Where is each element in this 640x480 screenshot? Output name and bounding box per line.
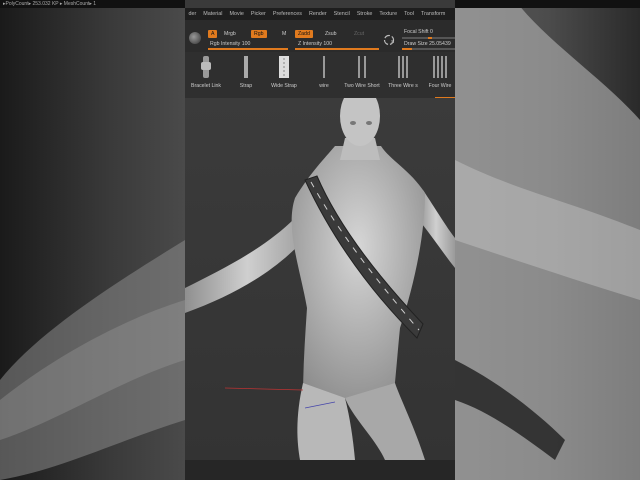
menu-item-transform[interactable]: Transform [417, 11, 448, 17]
wire-icon [323, 56, 325, 78]
focal-shift-label[interactable]: Focal Shift 0 [404, 29, 433, 35]
a-toggle-button[interactable]: A [208, 30, 218, 38]
zsub-button[interactable]: Zsub [322, 30, 340, 38]
rgb-button[interactable]: Rgb [251, 30, 267, 38]
brush-four-wire[interactable]: Four Wire [425, 54, 455, 89]
top-toolbar: A Mrgb Rgb M Rgb Intensity 100 Zadd Zsub… [185, 20, 455, 52]
menu-item-render2[interactable]: Render [305, 11, 330, 17]
menu-item-texture[interactable]: Texture [376, 11, 401, 17]
brush-wire[interactable]: wire [309, 54, 339, 89]
z-intensity-slider[interactable] [295, 48, 379, 50]
wide-strap-icon [279, 56, 289, 78]
menu-item-movie[interactable]: Movie [226, 11, 247, 17]
bracelet-link-icon [201, 56, 211, 78]
two-wire-icon [358, 56, 366, 78]
zadd-button[interactable]: Zadd [295, 30, 313, 38]
zcut-button[interactable]: Zcut [351, 30, 367, 38]
blurred-torso-right [455, 0, 640, 480]
male-figure-model [185, 86, 455, 460]
brush-bracelet-link[interactable]: Bracelet Link [187, 54, 225, 89]
rgb-intensity-slider[interactable] [208, 48, 288, 50]
draw-size-slider[interactable] [402, 48, 455, 50]
menu-item-picker[interactable]: Picker [247, 11, 269, 17]
brush-strap[interactable]: Strap [230, 54, 262, 89]
three-wire-icon [398, 56, 408, 78]
brush-three-wire[interactable]: Three Wire s [385, 54, 421, 89]
mrgb-button[interactable]: Mrgb [221, 30, 239, 38]
focal-shift-slider[interactable] [402, 37, 455, 39]
menu-item-preferences[interactable]: Preferences [269, 11, 305, 17]
brush-shelf: Bracelet Link Strap Wide Strap wire Two … [185, 52, 455, 100]
menu-item-stencil[interactable]: Stencil [330, 11, 353, 17]
strap-icon [244, 56, 248, 78]
brush-two-wire-short[interactable]: Two Wire Short [341, 54, 383, 89]
left-blurred-background [0, 0, 185, 480]
draw-size-label[interactable]: Draw Size 25.05439 [404, 41, 451, 47]
right-blurred-background [455, 0, 640, 480]
brush-wide-strap[interactable]: Wide Strap [265, 54, 303, 89]
four-wire-icon [433, 56, 447, 78]
z-intensity-label[interactable]: Z Intensity 100 [298, 41, 332, 47]
s-label: S [391, 40, 395, 45]
menu-item-render[interactable]: der [185, 11, 200, 17]
rgb-intensity-label[interactable]: Rgb Intensity 100 [210, 41, 250, 47]
polycount-readout: ▸PolyCount▸ 253.032 KP ▸ MeshCount▸ 1 [3, 1, 97, 7]
zbrush-window: der Material Movie Picker Preferences Re… [185, 0, 455, 480]
menu-item-stroke[interactable]: Stroke [353, 11, 376, 17]
bottom-bar [185, 460, 455, 480]
material-sphere-icon[interactable] [189, 32, 201, 44]
canvas-viewport[interactable] [185, 86, 455, 460]
blurred-arm-left [0, 240, 185, 480]
menu-bar: der Material Movie Picker Preferences Re… [185, 8, 455, 20]
menu-item-tool[interactable]: Tool [401, 11, 418, 17]
m-button[interactable]: M [279, 30, 289, 38]
menu-item-material[interactable]: Material [200, 11, 226, 17]
